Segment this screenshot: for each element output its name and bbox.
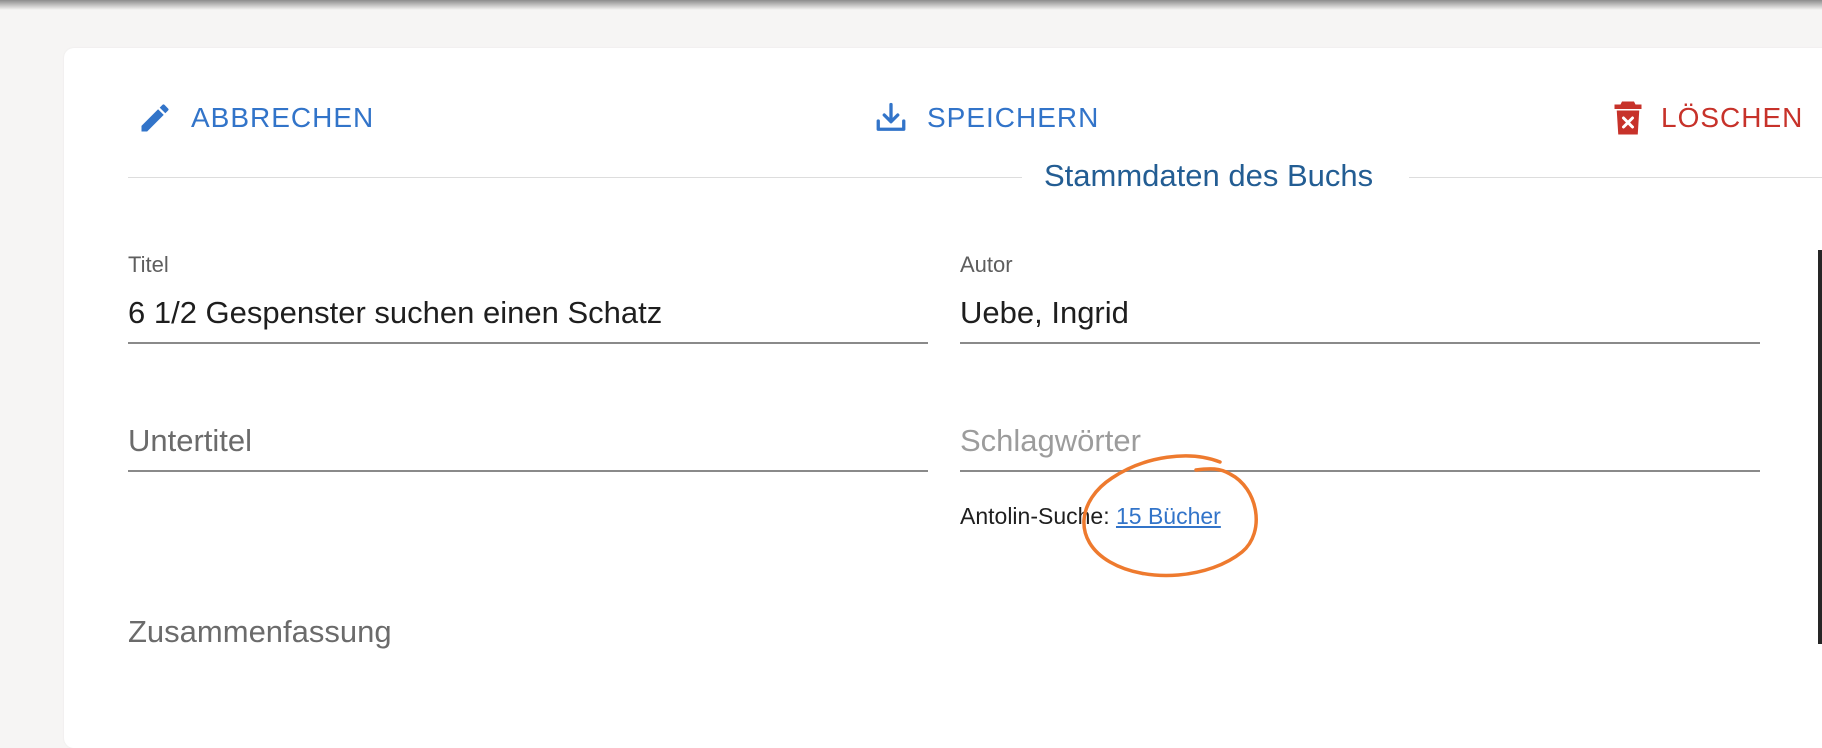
delete-button-label: LÖSCHEN — [1661, 102, 1804, 133]
autor-label: Autor — [960, 252, 1013, 277]
section-divider-right — [1409, 177, 1822, 178]
save-button-label: SPEICHERN — [927, 102, 1100, 133]
cancel-button-label: ABBRECHEN — [191, 102, 375, 133]
titel-underline — [128, 342, 928, 344]
window-edge — [1818, 250, 1822, 644]
pencil-icon — [137, 100, 173, 136]
window-top-shadow — [0, 0, 1822, 10]
download-icon — [873, 100, 909, 136]
trash-icon — [1613, 100, 1643, 136]
cancel-button[interactable]: ABBRECHEN — [137, 96, 374, 140]
untertitel-input[interactable]: Untertitel — [128, 423, 252, 459]
titel-input[interactable]: 6 1/2 Gespenster suchen einen Schatz — [128, 295, 662, 331]
annotation-circle — [1082, 454, 1258, 578]
autor-input[interactable]: Uebe, Ingrid — [960, 295, 1129, 331]
save-button[interactable]: SPEICHERN — [873, 96, 1099, 140]
autor-underline — [960, 342, 1760, 344]
section-divider-left — [128, 177, 1022, 178]
section-title: Stammdaten des Buchs — [1044, 158, 1374, 193]
untertitel-underline — [128, 470, 928, 472]
titel-label: Titel — [128, 252, 169, 277]
zusammenfassung-input[interactable]: Zusammenfassung — [128, 614, 392, 650]
delete-button[interactable]: LÖSCHEN — [1613, 96, 1803, 140]
